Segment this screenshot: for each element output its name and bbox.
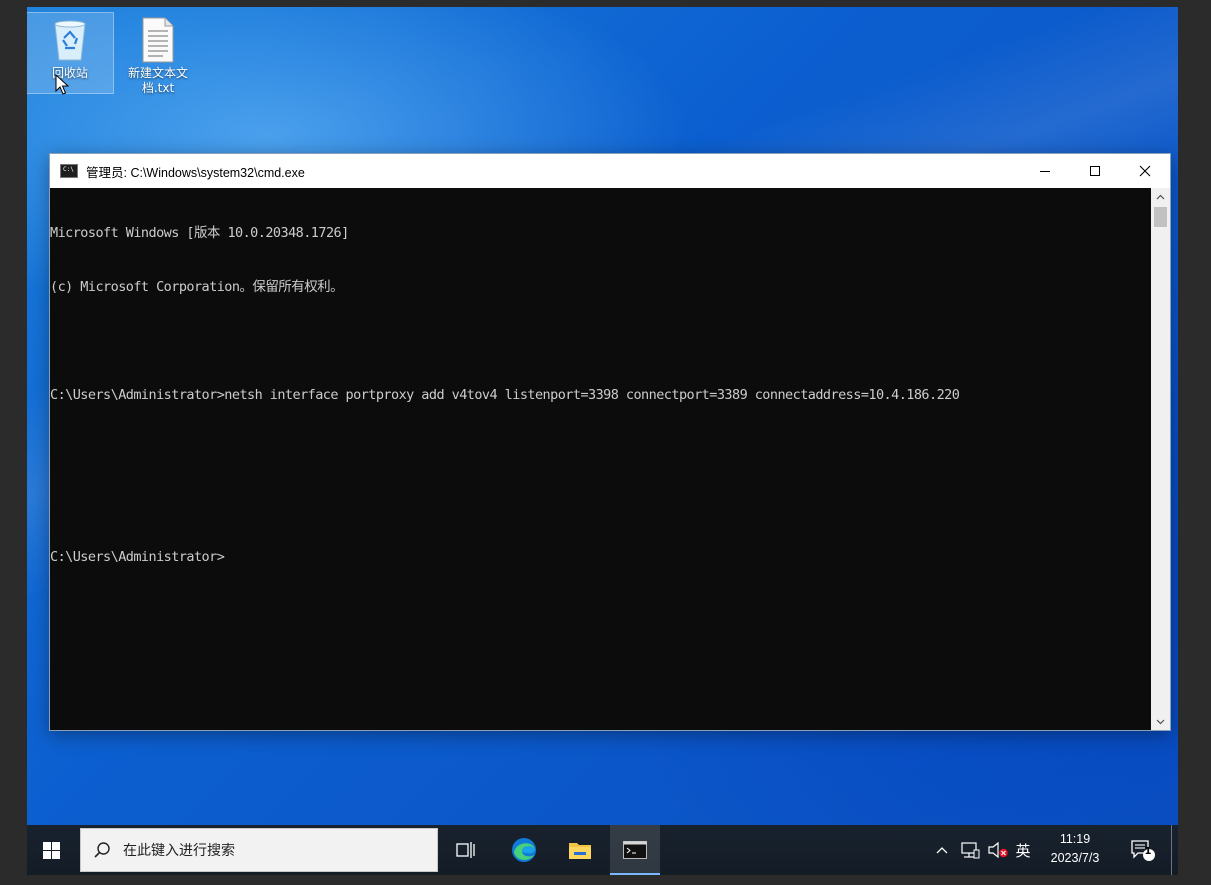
show-desktop-divider[interactable] [1171,825,1172,875]
taskbar-clock[interactable]: 11:19 2023/7/3 [1037,830,1113,868]
maximize-icon [1090,166,1100,176]
console-line: C:\Users\Administrator> [50,549,225,565]
chevron-up-icon [1156,194,1165,199]
chevron-up-icon [936,847,948,854]
command-prompt-icon [623,841,647,859]
maximize-button[interactable] [1070,154,1120,188]
start-button[interactable] [27,825,75,875]
taskbar-search-box[interactable]: 在此键入进行搜索 [80,828,438,872]
taskbar: 在此键入进行搜索 英 11:19 2023/7/3 1 [27,825,1178,875]
mouse-cursor-icon [55,74,69,95]
tray-network[interactable] [957,825,983,875]
windows-logo-icon [42,841,60,859]
desktop-screen: 回收站 新建文本文 档.txt C:\ 管理员: C:\Windows\syst… [27,7,1178,875]
cmd-app-icon[interactable]: C:\ [60,164,78,178]
desktop-icon-label: 新建文本文 档.txt [127,66,188,95]
edge-browser-icon [512,838,536,862]
console-line: Microsoft Windows [版本 10.0.20348.1726] [50,225,349,241]
scrollbar-thumb[interactable] [1154,207,1167,227]
tray-ime-indicator[interactable]: 英 [1011,825,1035,875]
window-title: 管理员: C:\Windows\system32\cmd.exe [86,165,305,180]
tray-volume[interactable] [985,825,1011,875]
desktop-icon-text-file[interactable]: 新建文本文 档.txt [115,13,201,109]
volume-muted-icon [988,841,1008,859]
search-icon [94,842,110,858]
close-icon [1139,165,1151,177]
tray-show-hidden-icons[interactable] [931,825,953,875]
network-icon [961,842,980,859]
desktop-icon-label: 回收站 [51,66,88,80]
scroll-up-button[interactable] [1151,188,1170,205]
console-line: (c) Microsoft Corporation。保留所有权利。 [50,279,344,295]
vertical-scrollbar[interactable] [1151,188,1170,730]
taskbar-file-explorer-button[interactable] [555,825,605,875]
cmd-titlebar[interactable]: C:\ 管理员: C:\Windows\system32\cmd.exe [50,154,1170,188]
taskbar-edge-button[interactable] [499,825,549,875]
taskbar-cmd-button[interactable] [610,825,660,875]
chevron-down-icon [1156,719,1165,724]
task-view-button[interactable] [441,825,491,875]
folder-icon [569,843,591,859]
console-line: C:\Users\Administrator>netsh interface p… [50,387,960,403]
clock-time: 11:19 [1059,832,1091,846]
notification-count-badge: 1 [1144,846,1152,857]
minimize-icon [1040,171,1050,172]
minimize-button[interactable] [1020,154,1070,188]
scroll-down-button[interactable] [1151,713,1170,730]
text-file-icon [142,17,174,63]
cmd-window[interactable]: C:\ 管理员: C:\Windows\system32\cmd.exe Mic… [49,153,1171,731]
search-placeholder: 在此键入进行搜索 [123,842,235,858]
task-view-icon [456,842,475,858]
close-button[interactable] [1120,154,1170,188]
desktop-icon-recycle-bin[interactable]: 回收站 [27,12,114,94]
recycle-bin-icon [54,20,86,61]
action-center-button[interactable]: 1 [1123,825,1163,875]
console-output[interactable]: Microsoft Windows [版本 10.0.20348.1726] (… [50,188,1151,730]
clock-date: 2023/7/3 [1050,851,1100,865]
